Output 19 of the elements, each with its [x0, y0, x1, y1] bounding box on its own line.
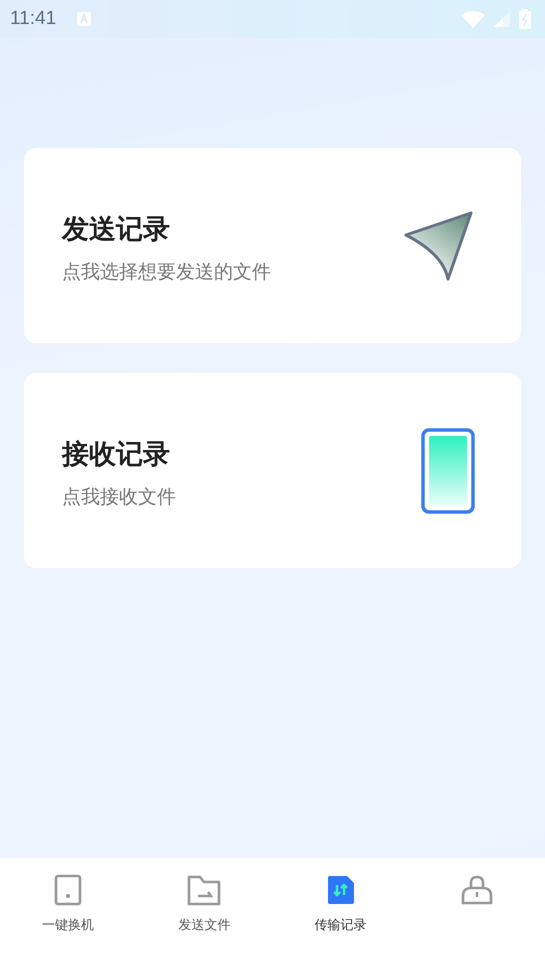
record-card[interactable]: 发送记录 点我选择想要发送的文件 [24, 148, 521, 343]
signal-icon [493, 10, 511, 28]
tablet-icon [54, 874, 82, 906]
folder-icon [187, 874, 222, 906]
card-subtitle: 点我选择想要发送的文件 [62, 260, 272, 284]
paper-plane-icon [403, 208, 475, 282]
card-title: 接收记录 [62, 438, 171, 472]
nav-tab[interactable]: 发送文件 [136, 874, 272, 968]
nav-tab[interactable]: 传输记录 [272, 874, 409, 968]
wifi-icon [461, 10, 485, 28]
transfer-file-icon [326, 874, 355, 906]
nav-tab[interactable]: 一键换机 [0, 874, 136, 968]
phone-icon [421, 428, 475, 514]
record-card[interactable]: 接收记录 点我接收文件 [24, 373, 521, 568]
notification-icon [76, 11, 92, 27]
card-title: 发送记录 [62, 212, 171, 246]
battery-icon [519, 9, 531, 29]
card-subtitle: 点我接收文件 [62, 484, 177, 510]
status-time: 11:41 [10, 8, 56, 30]
